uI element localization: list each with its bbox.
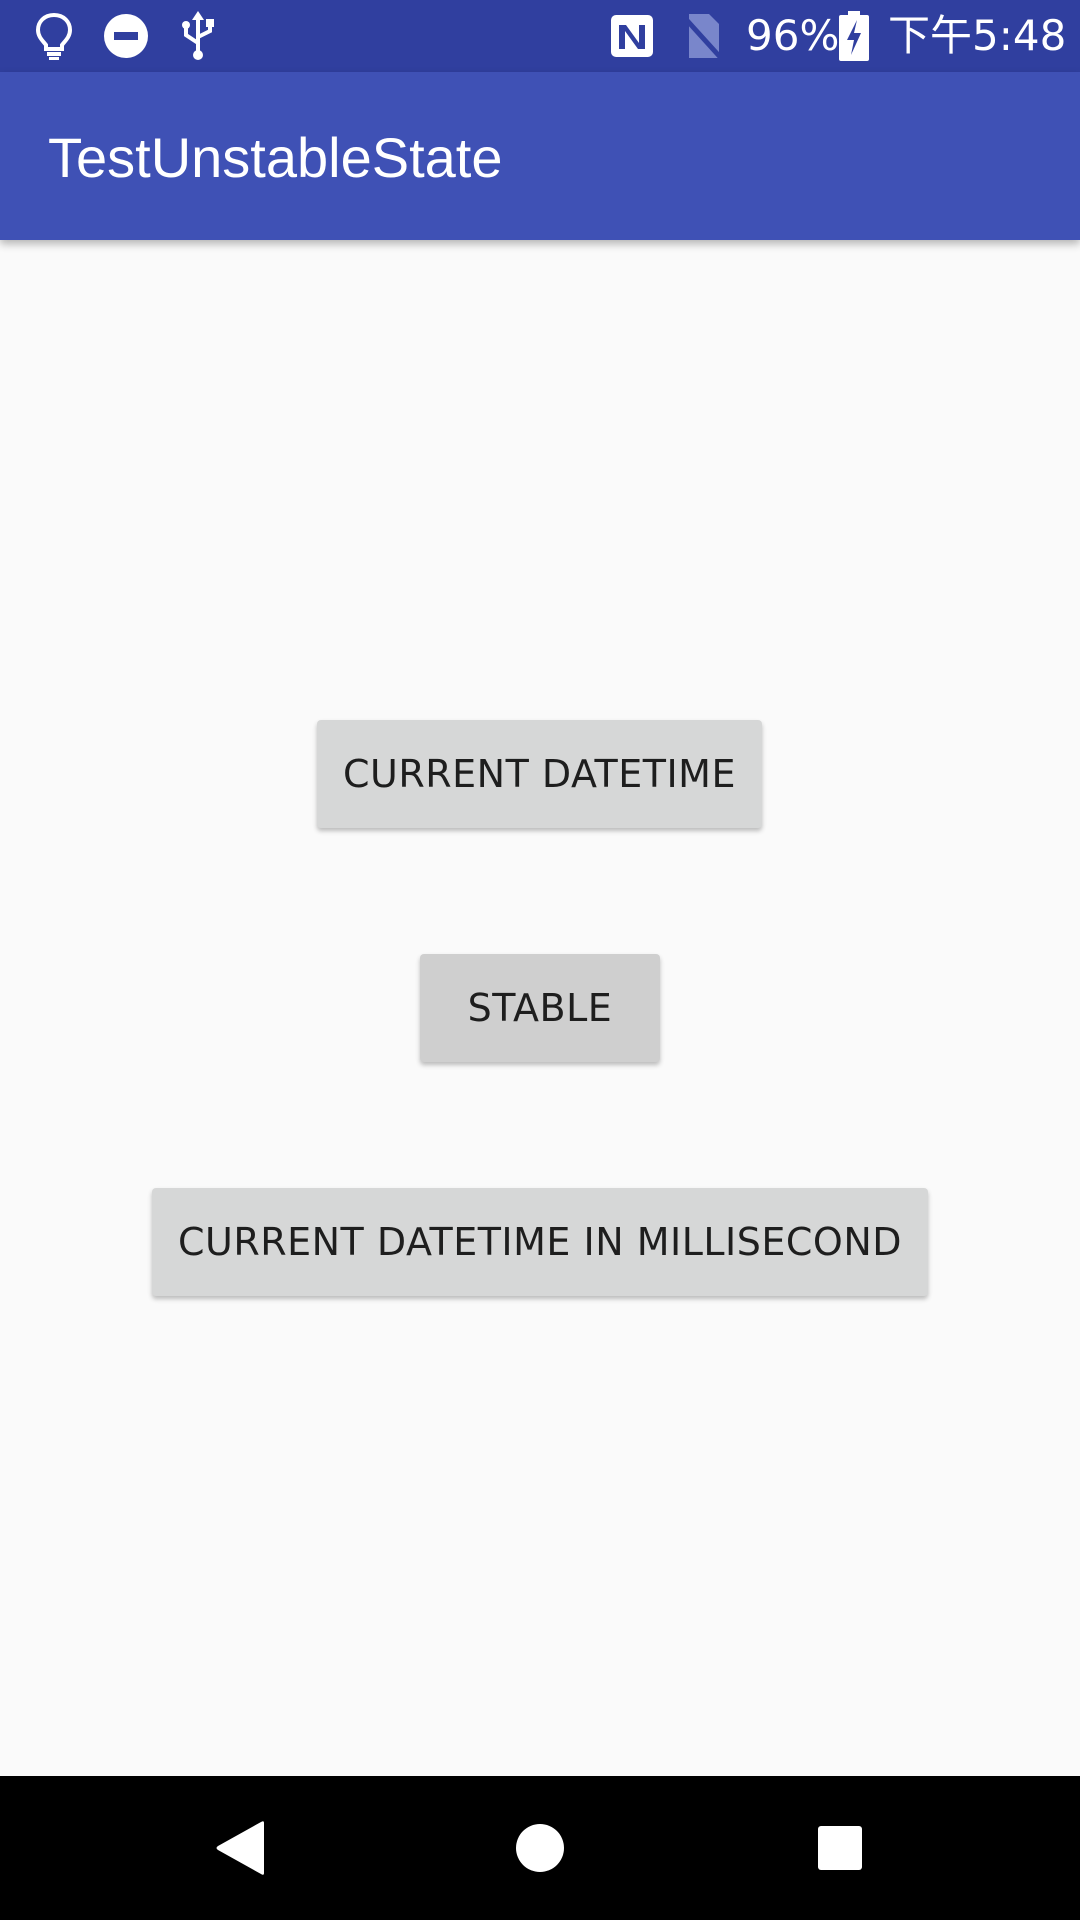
nfc-icon (606, 10, 658, 62)
battery-charging-icon (828, 10, 880, 62)
app-title: TestUnstableState (48, 126, 503, 189)
recents-icon[interactable] (790, 1798, 890, 1898)
current-datetime-millisecond-button[interactable]: CURRENT DATETIME IN MILLISECOND (152, 1188, 928, 1296)
clock: 下午5:48 (888, 11, 1067, 60)
usb-icon (172, 10, 224, 62)
navigation-bar (0, 1776, 1080, 1920)
status-bar: 96% 下午5:48 (0, 0, 1080, 72)
home-icon[interactable] (490, 1798, 590, 1898)
lightbulb-icon (28, 10, 80, 62)
do-not-disturb-icon (100, 10, 152, 62)
back-icon[interactable] (190, 1798, 290, 1898)
battery-percent: 96% (746, 11, 840, 60)
app-bar: TestUnstableState (0, 72, 1080, 240)
main-content: CURRENT DATETIME STABLE CURRENT DATETIME… (0, 240, 1080, 1776)
no-sim-icon (676, 10, 728, 62)
current-datetime-button[interactable]: CURRENT DATETIME (317, 720, 762, 828)
stable-button[interactable]: STABLE (420, 954, 660, 1062)
